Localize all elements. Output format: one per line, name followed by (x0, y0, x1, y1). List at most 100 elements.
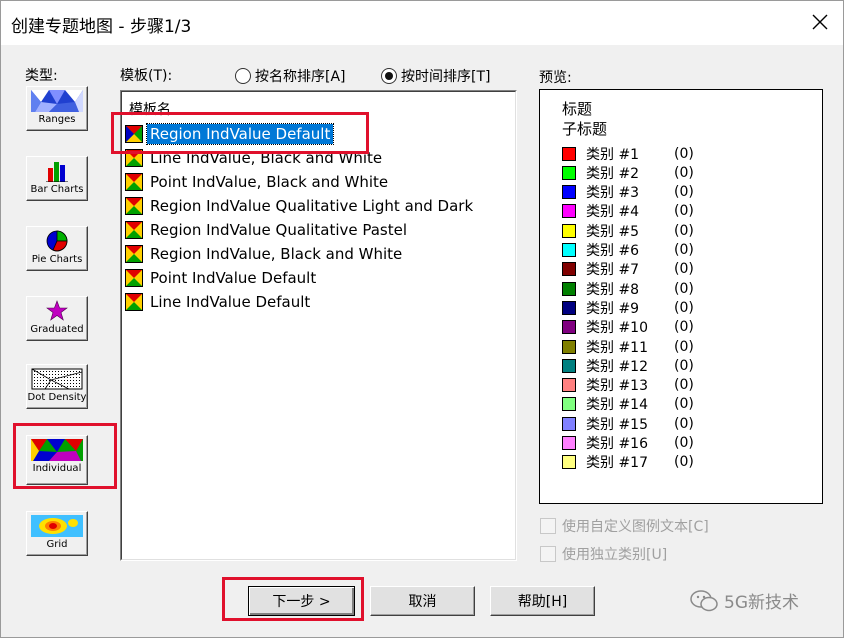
legend-swatch (562, 204, 576, 219)
legend-swatch (562, 185, 576, 200)
legend-category-count: (0) (674, 338, 694, 355)
legend-row: 类别 #16 (0) (562, 434, 694, 453)
template-point-icon (125, 173, 143, 191)
type-ranges-label: Ranges (38, 114, 76, 125)
legend-category-name: 类别 #12 (586, 358, 648, 375)
sort-by-time-radio[interactable]: 按时间排序[T] (381, 66, 490, 86)
template-item[interactable]: Point IndValue, Black and White (125, 171, 391, 193)
help-button[interactable]: 帮助[H] (490, 586, 595, 616)
radio-circle-selected (381, 68, 397, 84)
watermark-text: 5G新技术 (724, 593, 799, 613)
custom-legend-text-label: 使用自定义图例文本[C] (562, 519, 709, 535)
legend-category-count: (0) (674, 164, 694, 181)
legend-row: 类别 #12 (0) (562, 356, 694, 375)
legend-category-name: 类别 #7 (586, 262, 640, 279)
legend-category-count: (0) (674, 454, 694, 471)
type-dot-density-label: Dot Density (27, 392, 87, 403)
template-item[interactable]: Region IndValue, Black and White (125, 243, 405, 265)
legend-category-name: 类别 #15 (586, 416, 648, 433)
legend-category-name: 类别 #3 (586, 185, 640, 202)
type-grid-button[interactable]: Grid (26, 511, 88, 556)
legend-row: 类别 #2 (0) (562, 163, 694, 182)
legend-category-name: 类别 #4 (586, 204, 640, 221)
close-icon (812, 14, 828, 30)
preview-label: 预览: (539, 70, 572, 86)
preview-panel: 标题 子标题 类别 #1 (0) 类别 #2 (0) 类别 #3 (0) 类别 #4 (0) 类… (539, 89, 823, 504)
template-item[interactable]: Region IndValue Qualitative Pastel (125, 219, 410, 241)
type-bar-charts-label: Bar Charts (30, 184, 84, 195)
title-bar: 创建专题地图 - 步骤1/3 (1, 1, 843, 45)
template-item[interactable]: Region IndValue Qualitative Light and Da… (125, 195, 476, 217)
template-item-label: Point IndValue Default (150, 269, 317, 287)
legend-swatch (562, 300, 576, 315)
legend-swatch (562, 320, 576, 335)
type-pie-charts-button[interactable]: Pie Charts (26, 226, 88, 271)
legend-category-name: 类别 #2 (586, 165, 640, 182)
legend-row: 类别 #17 (0) (562, 453, 694, 472)
template-line-icon (125, 293, 143, 311)
pie-chart-icon (46, 230, 68, 252)
legend-category-name: 类别 #10 (586, 320, 648, 337)
legend-row: 类别 #14 (0) (562, 395, 694, 414)
type-ranges-button[interactable]: Ranges (26, 86, 88, 131)
template-item-label: Line IndValue Default (150, 293, 311, 311)
legend-swatch (562, 358, 576, 373)
template-region-icon (125, 221, 143, 239)
legend-row: 类别 #8 (0) (562, 279, 694, 298)
independent-category-label: 使用独立类别[U] (562, 547, 668, 563)
legend-category-count: (0) (674, 203, 694, 220)
legend-swatch (562, 339, 576, 354)
legend-swatch (562, 165, 576, 180)
template-listbox[interactable]: 模板名 Region IndValue Default Line IndValu… (120, 90, 517, 561)
legend-row: 类别 #15 (0) (562, 414, 694, 433)
template-listbox-inner: 模板名 Region IndValue Default Line IndValu… (121, 91, 516, 560)
bar-chart-icon (46, 162, 68, 182)
legend-category-name: 类别 #16 (586, 436, 648, 452)
legend-category-name: 类别 #14 (586, 397, 648, 414)
legend-category-count: (0) (674, 299, 694, 316)
independent-category-checkbox[interactable]: 使用独立类别[U] (540, 544, 667, 564)
template-item-label: Point IndValue, Black and White (150, 173, 389, 191)
highlight-individual (13, 423, 117, 489)
template-item-label: Region IndValue, Black and White (150, 245, 403, 263)
legend-swatch (562, 378, 576, 393)
type-graduated-button[interactable]: Graduated (26, 296, 88, 341)
type-grid-label: Grid (46, 539, 68, 550)
close-button[interactable] (803, 5, 837, 39)
radio-circle (235, 68, 251, 84)
preview-subtitle: 子标题 (562, 120, 608, 138)
template-item[interactable]: Point IndValue Default (125, 267, 319, 289)
legend-row: 类别 #11 (0) (562, 337, 694, 356)
legend-swatch (562, 146, 576, 161)
cancel-button[interactable]: 取消 (370, 586, 475, 616)
legend-row: 类别 #10 (0) (562, 318, 694, 337)
legend-row: 类别 #3 (0) (562, 183, 694, 202)
legend-swatch (562, 281, 576, 296)
legend-row: 类别 #1 (0) (562, 144, 694, 163)
legend-category-count: (0) (674, 396, 694, 413)
legend-category-count: (0) (674, 415, 694, 432)
type-bar-charts-button[interactable]: Bar Charts (26, 156, 88, 201)
legend-category-name: 类别 #1 (586, 146, 640, 163)
legend-category-name: 类别 #11 (586, 339, 648, 356)
sort-by-name-radio[interactable]: 按名称排序[A] (235, 66, 346, 86)
custom-legend-text-checkbox[interactable]: 使用自定义图例文本[C] (540, 516, 709, 536)
legend-category-count: (0) (674, 261, 694, 278)
legend-swatch (562, 223, 576, 238)
legend-category-count: (0) (674, 377, 694, 394)
sort-by-name-label: 按名称排序[A] (255, 69, 346, 85)
legend-category-count: (0) (674, 184, 694, 201)
wechat-icon (690, 589, 718, 611)
legend-category-count: (0) (674, 319, 694, 336)
legend-swatch (562, 416, 576, 431)
legend-swatch (562, 262, 576, 277)
type-dot-density-button[interactable]: Dot Density (26, 364, 88, 409)
type-label: 类型: (25, 68, 58, 84)
legend-swatch (562, 397, 576, 412)
watermark: 5G新技术 (689, 588, 799, 613)
legend-row: 类别 #4 (0) (562, 202, 694, 221)
template-item[interactable]: Line IndValue Default (125, 291, 313, 313)
legend-category-count: (0) (674, 435, 694, 451)
type-pie-charts-label: Pie Charts (31, 254, 83, 265)
legend-swatch (562, 243, 576, 257)
